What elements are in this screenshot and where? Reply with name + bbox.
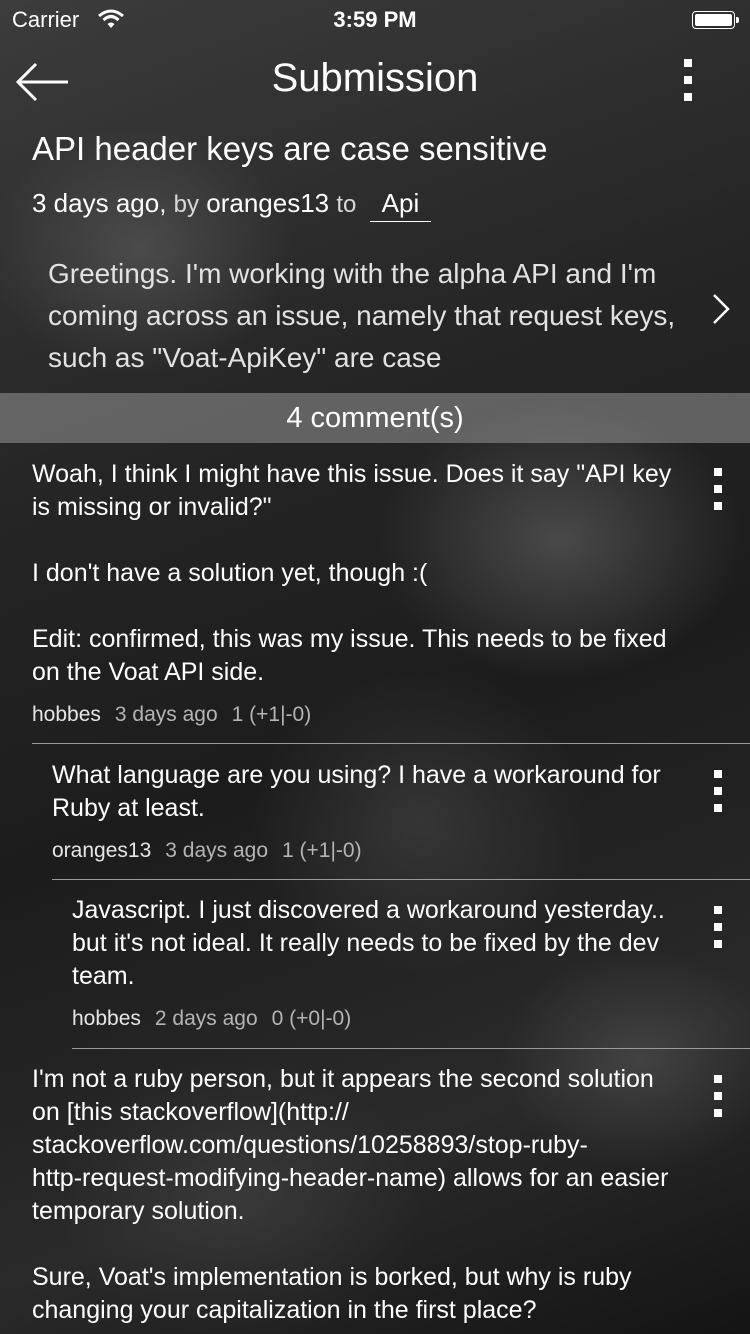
comment-author[interactable]: oranges13 (52, 839, 151, 862)
comment-score: 1 (+1|-0) (231, 703, 312, 726)
comment: I'm not a ruby person, but it appears th… (32, 1063, 672, 1327)
submission-preview[interactable]: Greetings. I'm working with the alpha AP… (48, 253, 678, 383)
subverse-link[interactable]: Api (369, 188, 432, 222)
page-title: Submission (271, 56, 479, 100)
submission-meta: 3 days ago, by oranges13 to Api (32, 188, 432, 222)
chevron-right-icon[interactable] (710, 292, 732, 326)
comment-reply: What language are you using? I have a wo… (52, 759, 662, 863)
comment-options-icon[interactable] (708, 906, 728, 957)
comments-count-bar: 4 comment(s) (0, 393, 750, 443)
comment-body: Javascript. I just discovered a workarou… (72, 896, 672, 990)
comment-meta: hobbes 2 days ago 0 (+0|-0) (72, 1007, 672, 1031)
battery-icon (692, 11, 739, 29)
comment-body: I'm not a ruby person, but it appears th… (32, 1065, 669, 1324)
comment-time: 3 days ago (165, 839, 268, 862)
comment-meta: oranges13 3 days ago 1 (+1|-0) (52, 839, 662, 863)
comment-reply: Javascript. I just discovered a workarou… (72, 894, 672, 1031)
comment-author[interactable]: hobbes (72, 1007, 141, 1030)
submission-title: API header keys are case sensitive (32, 130, 548, 167)
comment: Woah, I think I might have this issue. D… (32, 458, 672, 727)
comment-time: 3 days ago (114, 703, 218, 726)
submission-time: 3 days ago, (32, 188, 167, 218)
more-options-icon[interactable] (678, 59, 698, 110)
divider (32, 743, 750, 744)
comment-score: 0 (+0|-0) (271, 1007, 352, 1030)
comment-score: 1 (+1|-0) (282, 839, 362, 862)
comment-options-icon[interactable] (708, 770, 728, 821)
by-label: by (173, 191, 200, 218)
comment-meta: hobbes 3 days ago 1 (+1|-0) (32, 703, 672, 727)
submission-author[interactable]: oranges13 (206, 188, 329, 218)
divider (72, 1048, 750, 1049)
comment-options-icon[interactable] (708, 468, 728, 519)
to-label: to (336, 191, 357, 218)
divider (52, 879, 750, 880)
comment-options-icon[interactable] (708, 1075, 728, 1126)
comment-author[interactable]: hobbes (32, 703, 101, 726)
status-bar: Carrier 3:59 PM (0, 0, 750, 40)
clock: 3:59 PM (333, 7, 417, 32)
comment-time: 2 days ago (154, 1007, 258, 1030)
comment-body: What language are you using? I have a wo… (52, 761, 668, 822)
comment-body: Woah, I think I might have this issue. D… (32, 460, 672, 686)
